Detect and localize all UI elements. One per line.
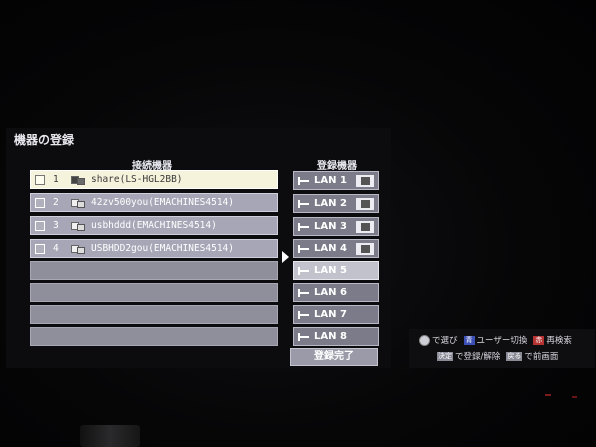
row-number: 3 (53, 220, 59, 231)
device-icon (356, 242, 374, 255)
checkbox[interactable] (35, 174, 45, 185)
lan-slot-label: LAN 7 (314, 309, 347, 320)
checkbox[interactable] (35, 197, 45, 208)
lan-slot-label: LAN 1 (314, 175, 347, 186)
device-name: 42zv500you(EMACHINES4514) (91, 197, 234, 208)
connected-device-row-2[interactable]: 2 42zv500you(EMACHINES4514) (30, 193, 278, 212)
tv-indicator-light (572, 396, 577, 398)
row-number: 4 (53, 243, 59, 254)
lan-slot-label: LAN 8 (314, 331, 347, 342)
empty-device-row (30, 327, 278, 346)
connected-device-row-3[interactable]: 3 usbhddd(EMACHINES4514) (30, 216, 278, 235)
enter-key-icon: 決定 (437, 351, 453, 361)
lan-slot-label: LAN 2 (314, 198, 347, 209)
help-line-1: で選び 青 ユーザー切換 赤 再検索 (419, 334, 572, 346)
help-register-text: で登録/解除 (455, 352, 501, 362)
page-title: 機器の登録 (14, 133, 75, 147)
help-user-switch-text: ユーザー切換 (476, 336, 528, 346)
network-storage-icon (71, 244, 85, 254)
back-key-icon: 戻る (506, 351, 523, 361)
lan-plug-icon (298, 310, 310, 319)
row-number: 2 (53, 197, 59, 208)
empty-device-row (30, 305, 278, 324)
lan-plug-icon (298, 266, 310, 275)
help-back-text: で前画面 (524, 352, 559, 362)
help-research-text: 再検索 (546, 336, 572, 346)
device-icon (356, 197, 374, 210)
lan-plug-icon (298, 199, 310, 208)
lan-plug-icon (298, 332, 310, 341)
lan-slot-1[interactable]: LAN 1 (293, 171, 379, 190)
lan-slot-8[interactable]: LAN 8 (293, 327, 379, 346)
dpad-icon (419, 334, 430, 346)
checkbox[interactable] (35, 220, 45, 231)
registration-complete-button[interactable]: 登録完了 (290, 348, 378, 366)
lan-slot-label: LAN 3 (314, 221, 347, 232)
device-icon (356, 220, 374, 233)
help-select-text: で選び (432, 336, 458, 346)
tv-stand-shadow (80, 425, 140, 447)
blue-key-icon: 青 (463, 335, 475, 345)
lan-plug-icon (298, 176, 310, 185)
connected-device-row-1[interactable]: 1 share(LS-HGL2BB) (30, 170, 278, 189)
device-name: USBHDD2gou(EMACHINES4514) (91, 243, 234, 254)
row-number: 1 (53, 174, 59, 185)
lan-plug-icon (298, 288, 310, 297)
lan-plug-icon (298, 244, 310, 253)
lan-slot-label: LAN 5 (314, 265, 347, 276)
red-key-icon: 赤 (533, 335, 545, 345)
connected-device-row-4[interactable]: 4 USBHDD2gou(EMACHINES4514) (30, 239, 278, 258)
device-icon (356, 174, 374, 187)
device-name: share(LS-HGL2BB) (91, 174, 183, 185)
lan-slot-6[interactable]: LAN 6 (293, 283, 379, 302)
lan-slot-3[interactable]: LAN 3 (293, 217, 379, 236)
network-storage-icon (71, 221, 85, 231)
lan-slot-7[interactable]: LAN 7 (293, 305, 379, 324)
lan-slot-5[interactable]: LAN 5 (293, 261, 379, 280)
empty-device-row (30, 283, 278, 302)
network-storage-icon (71, 175, 85, 185)
lan-slot-4[interactable]: LAN 4 (293, 239, 379, 258)
device-name: usbhddd(EMACHINES4514) (91, 220, 217, 231)
network-storage-icon (71, 198, 85, 208)
registered-devices-header: 登録機器 (317, 161, 357, 172)
empty-device-row (30, 261, 278, 280)
lan-slot-2[interactable]: LAN 2 (293, 194, 379, 213)
tv-indicator-light (545, 394, 551, 396)
lan-plug-icon (298, 222, 310, 231)
remote-key-help: で選び 青 ユーザー切換 赤 再検索 決定 で登録/解除 戻る で前画面 (409, 329, 595, 368)
help-line-2: 決定 で登録/解除 戻る で前画面 (431, 350, 558, 362)
checkbox[interactable] (35, 243, 45, 254)
lan-slot-label: LAN 4 (314, 243, 347, 254)
lan-slot-label: LAN 6 (314, 287, 347, 298)
arrow-right-icon (282, 251, 289, 263)
